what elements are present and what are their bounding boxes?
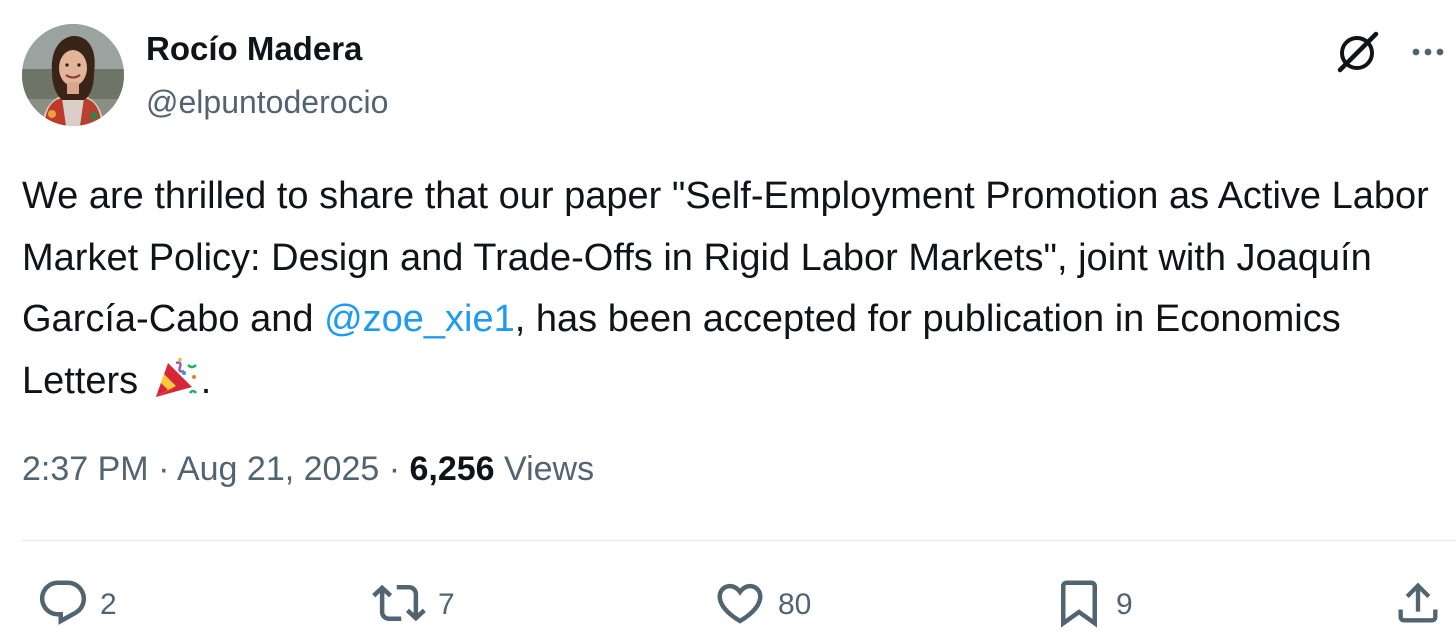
grok-icon[interactable] xyxy=(1334,28,1382,76)
repost-icon xyxy=(370,576,428,635)
meta-separator: · xyxy=(148,450,177,488)
tweet-text-part: . xyxy=(200,359,212,402)
reply-icon xyxy=(36,576,90,635)
bookmark-button[interactable]: 9 xyxy=(1052,570,1133,640)
bookmark-count: 9 xyxy=(1116,588,1133,621)
bookmark-icon xyxy=(1052,574,1106,637)
tweet-text: We are thrilled to share that our paper … xyxy=(22,166,1442,420)
meta-separator: · xyxy=(379,450,410,488)
share-button[interactable] xyxy=(1392,570,1444,640)
views-label: Views xyxy=(494,450,595,488)
author-handle[interactable]: @elpuntoderocio xyxy=(146,84,388,121)
avatar[interactable] xyxy=(22,24,124,126)
action-bar: 2 7 80 9 xyxy=(0,570,1456,640)
like-button[interactable]: 80 xyxy=(712,570,811,640)
more-icon[interactable] xyxy=(1408,32,1448,72)
tweet-meta: 2:37 PM · Aug 21, 2025 · 6,256 Views xyxy=(22,450,594,489)
like-count: 80 xyxy=(778,588,812,621)
divider xyxy=(22,540,1456,541)
repost-count: 7 xyxy=(438,588,455,621)
repost-button[interactable]: 7 xyxy=(370,570,455,640)
author-name[interactable]: Rocío Madera xyxy=(146,30,362,68)
reply-button[interactable]: 2 xyxy=(36,570,117,640)
views-count[interactable]: 6,256 xyxy=(409,450,494,488)
share-icon xyxy=(1392,577,1444,634)
reply-count: 2 xyxy=(100,588,117,621)
mention-link[interactable]: @zoe_xie1 xyxy=(324,298,515,340)
tweet-date[interactable]: Aug 21, 2025 xyxy=(177,450,379,488)
party-popper-icon xyxy=(150,357,200,421)
like-icon xyxy=(712,576,768,635)
tweet-time[interactable]: 2:37 PM xyxy=(22,450,149,488)
